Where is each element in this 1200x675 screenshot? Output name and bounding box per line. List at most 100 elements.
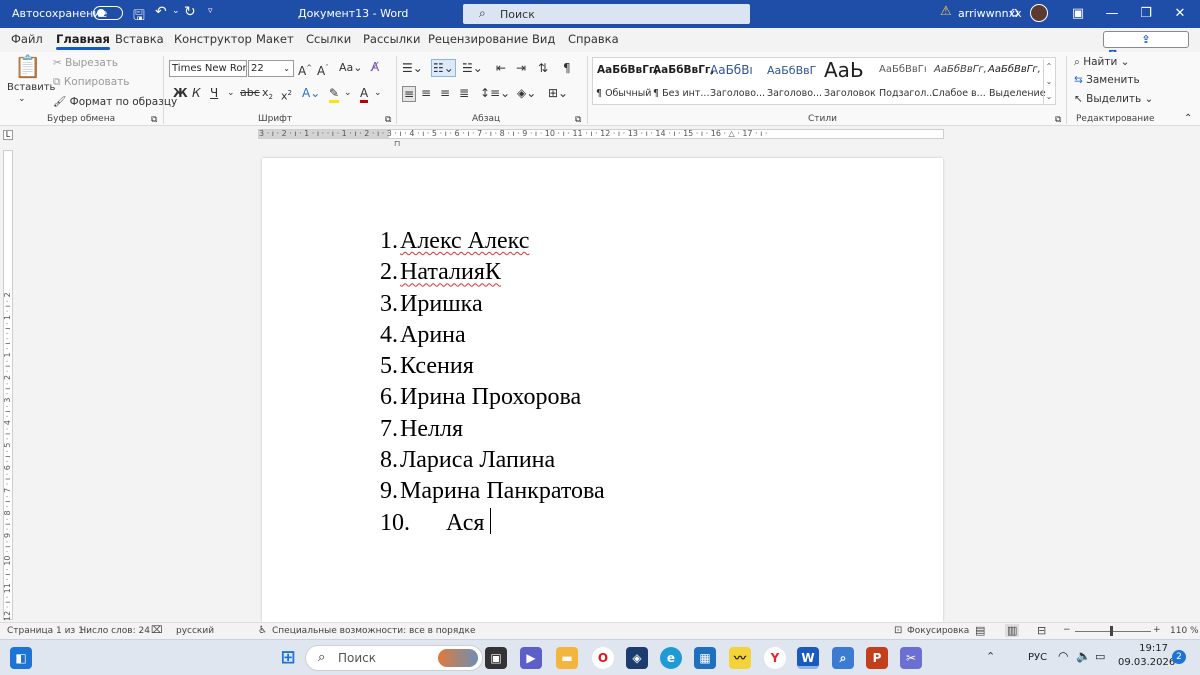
underline-dropdown-icon[interactable]: ⌄: [227, 86, 235, 100]
highlight-dropdown-icon[interactable]: ⌄: [344, 86, 352, 100]
list-text[interactable]: Иришка: [400, 289, 483, 320]
find-button[interactable]: ⌕ Найти ⌄: [1074, 56, 1129, 69]
style-heading1-preview[interactable]: АаБбВı: [710, 63, 753, 77]
paste-icon[interactable]: 📋: [14, 56, 41, 80]
list-item[interactable]: 3. Иришка: [380, 289, 605, 320]
chat-icon[interactable]: ▶: [520, 647, 542, 669]
tab-home[interactable]: Главная: [56, 32, 110, 50]
snipping-tool-icon[interactable]: ✂: [900, 647, 922, 669]
language-indicator[interactable]: русский: [176, 626, 214, 636]
list-text[interactable]: Нелля: [400, 414, 463, 445]
multilevel-list-icon[interactable]: ☱⌄: [462, 61, 483, 75]
read-mode-icon[interactable]: ▤: [975, 624, 985, 637]
style-nospacing-preview[interactable]: АаБбВвГг,: [653, 64, 714, 76]
paste-dropdown-icon[interactable]: ⌄: [18, 94, 26, 104]
defender-icon[interactable]: ◈: [626, 647, 648, 669]
style-subtitle-preview[interactable]: АаБбВвГı: [879, 64, 927, 75]
clear-format-icon[interactable]: A̸: [371, 60, 379, 74]
style-heading2[interactable]: Заголово...: [767, 88, 822, 99]
battery-icon[interactable]: ▭: [1095, 650, 1105, 663]
style-nospacing[interactable]: ¶ Без инт...: [653, 88, 709, 99]
clipboard-launcher-icon[interactable]: ⧉: [151, 113, 157, 127]
select-button[interactable]: ↖ Выделить ⌄: [1074, 93, 1153, 105]
save-icon[interactable]: 🖫: [133, 5, 145, 29]
text-effects-icon[interactable]: A⌄: [302, 86, 320, 100]
undo-icon[interactable]: ↶: [155, 4, 167, 20]
tab-layout[interactable]: Макет: [256, 32, 294, 46]
paste-button[interactable]: Вставить: [7, 82, 55, 93]
tab-review[interactable]: Рецензирование: [428, 32, 528, 46]
subscript-icon[interactable]: x2: [262, 86, 273, 104]
title-search-box[interactable]: ⌕ Поиск: [463, 4, 750, 24]
line-spacing-icon[interactable]: ↕≡⌄: [480, 86, 510, 100]
font-launcher-icon[interactable]: ⧉: [385, 113, 391, 127]
style-title-preview[interactable]: АаЬ: [824, 58, 864, 82]
change-case-button[interactable]: Aa⌄: [339, 61, 362, 75]
horizontal-ruler[interactable]: 3 · ı · 2 · ı · 1 · ı · · ı · 1 · ı · 2 …: [258, 129, 944, 139]
autosave-toggle[interactable]: [93, 6, 123, 20]
document-page[interactable]: 1. Алекс Алекс 2. НаталияК 3. Иришка 4. Арин…: [262, 158, 943, 622]
underline-button[interactable]: Ч: [210, 86, 218, 100]
indent-marker-icon[interactable]: ⊓: [394, 139, 400, 148]
style-subtle[interactable]: Слабое в...: [932, 88, 986, 99]
list-item[interactable]: 2. НаталияК: [380, 257, 605, 288]
list-text[interactable]: Марина Панкратова: [400, 476, 605, 507]
tab-view[interactable]: Вид: [532, 32, 555, 46]
justify-icon[interactable]: ≣: [459, 86, 469, 100]
styles-launcher-icon[interactable]: ⧉: [1055, 113, 1061, 127]
decrease-indent-icon[interactable]: ⇤: [496, 61, 506, 75]
list-text[interactable]: НаталияК: [400, 257, 501, 288]
replace-button[interactable]: ⇆ Заменить: [1074, 74, 1140, 86]
store-icon[interactable]: ▦: [694, 647, 716, 669]
list-text[interactable]: Арина: [400, 320, 466, 351]
shading-icon[interactable]: ◈⌄: [517, 86, 536, 100]
word-icon[interactable]: W: [797, 647, 819, 669]
list-text[interactable]: Ася: [446, 508, 484, 539]
widgets-icon[interactable]: ◧: [10, 647, 32, 669]
redo-icon[interactable]: ↻: [184, 4, 196, 20]
wifi-icon[interactable]: ◠: [1058, 649, 1068, 663]
bullets-icon[interactable]: ☰⌄: [402, 61, 423, 75]
notification-badge[interactable]: 2: [1172, 650, 1186, 664]
powerpoint-icon[interactable]: P: [866, 647, 888, 669]
volume-icon[interactable]: 🔈: [1076, 649, 1091, 663]
style-heading2-preview[interactable]: АаБбВвГ: [767, 64, 816, 77]
style-title[interactable]: Заголовок: [824, 88, 876, 99]
borders-icon[interactable]: ⊞⌄: [548, 86, 568, 100]
taskbar-search[interactable]: ⌕ Поиск: [305, 645, 483, 671]
list-item[interactable]: 6. Ирина Прохорова: [380, 382, 605, 413]
task-view-icon[interactable]: ▣: [485, 647, 507, 669]
style-normal-preview[interactable]: АаБбВвГг,: [597, 64, 658, 76]
zoom-out-icon[interactable]: −: [1063, 625, 1071, 635]
align-center-icon[interactable]: ≡: [421, 86, 431, 100]
style-subtle-preview[interactable]: АаБбВвГг,: [934, 64, 987, 75]
strikethrough-button[interactable]: abc: [240, 86, 260, 100]
highlight-icon[interactable]: ✎: [329, 86, 340, 103]
list-text[interactable]: Алекс Алекс: [400, 226, 529, 257]
clock-time[interactable]: 19:17: [1128, 643, 1168, 654]
edge-icon[interactable]: e: [660, 647, 682, 669]
styles-scroll[interactable]: ⌃ ⌄ ⌄: [1043, 59, 1054, 104]
tab-mailings[interactable]: Рассылки: [363, 32, 420, 46]
numbered-list[interactable]: 1. Алекс Алекс 2. НаталияК 3. Иришка 4. Арин…: [380, 226, 605, 539]
superscript-icon[interactable]: x2: [281, 86, 292, 104]
tab-insert[interactable]: Вставка: [115, 32, 164, 46]
align-left-icon[interactable]: ≡: [402, 86, 417, 102]
tab-design[interactable]: Конструктор: [174, 32, 252, 46]
grow-font-icon[interactable]: A^: [298, 61, 312, 78]
align-right-icon[interactable]: ≡: [440, 86, 450, 100]
style-heading1[interactable]: Заголово...: [710, 88, 765, 99]
zoom-in-icon[interactable]: +: [1153, 625, 1161, 635]
vertical-ruler[interactable]: 12 · ı · 11 · ı · 10 · ı · 9 · ı · 8 · ı…: [3, 150, 13, 621]
style-subtitle[interactable]: Подзагол...: [879, 88, 935, 99]
font-name-box[interactable]: Times New Rom: [169, 60, 247, 77]
close-icon[interactable]: ✕: [1160, 4, 1200, 24]
print-layout-icon[interactable]: ▥: [1005, 624, 1020, 637]
copy-button[interactable]: ⧉ Копировать: [53, 76, 129, 89]
list-item[interactable]: 8. Лариса Лапина: [380, 445, 605, 476]
magnifier-icon[interactable]: ⌕: [832, 647, 854, 669]
tab-help[interactable]: Справка: [568, 32, 619, 46]
accessibility-status[interactable]: Специальные возможности: все в порядке: [272, 626, 476, 636]
list-text[interactable]: Лариса Лапина: [400, 445, 555, 476]
word-count[interactable]: Число слов: 24: [80, 626, 150, 636]
